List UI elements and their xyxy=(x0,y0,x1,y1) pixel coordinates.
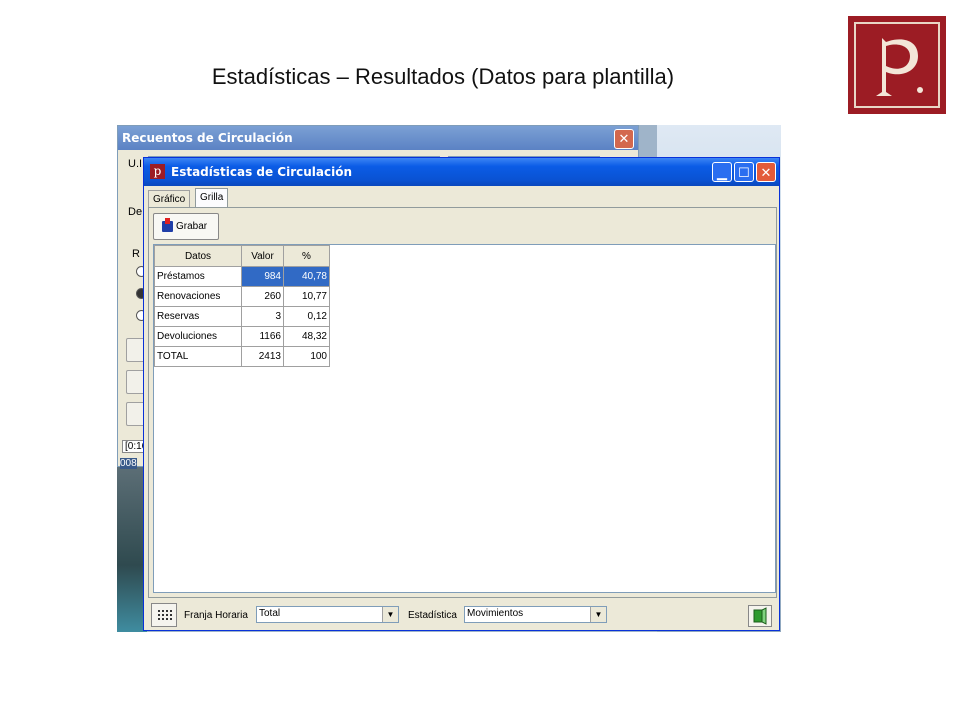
back-window-close-button[interactable]: ✕ xyxy=(614,129,634,149)
exit-door-icon xyxy=(753,607,767,625)
floppy-icon xyxy=(162,218,173,232)
franja-select[interactable]: Total ▼ xyxy=(256,606,399,623)
grid-header-row: Datos Valor % xyxy=(154,245,330,267)
cell-dato[interactable]: Devoluciones xyxy=(154,326,242,347)
cell-dato[interactable]: Reservas xyxy=(154,306,242,327)
save-button[interactable]: Grabar xyxy=(153,213,219,240)
app-icon: p xyxy=(150,164,165,179)
statusbar: Franja Horaria Total ▼ Estadística Movim… xyxy=(148,602,775,628)
cell-valor[interactable]: 3 xyxy=(241,306,284,327)
slide-title: Estadísticas – Resultados (Datos para pl… xyxy=(211,64,675,89)
cell-pct[interactable]: 10,77 xyxy=(283,286,330,307)
cell-valor[interactable]: 2413 xyxy=(241,346,284,367)
tab-grilla[interactable]: Grilla xyxy=(195,188,229,208)
close-button[interactable]: ✕ xyxy=(756,162,776,182)
chevron-down-icon[interactable]: ▼ xyxy=(382,607,398,622)
tab-page-grilla: Grabar Datos Valor % Préstamos 984 40,78… xyxy=(148,207,777,598)
logo xyxy=(848,16,946,114)
table-row[interactable]: TOTAL 2413 100 xyxy=(154,346,330,367)
estadistica-select[interactable]: Movimientos ▼ xyxy=(464,606,607,623)
estadistica-value: Movimientos xyxy=(467,608,524,619)
col-header-datos[interactable]: Datos xyxy=(154,245,242,267)
back-label-de: De xyxy=(128,206,143,218)
back-label-r: R xyxy=(132,248,140,260)
table-row[interactable]: Devoluciones 1166 48,32 xyxy=(154,326,330,347)
cell-valor[interactable]: 1166 xyxy=(241,326,284,347)
back-year-readout: 008 xyxy=(120,458,137,469)
franja-value: Total xyxy=(259,608,281,619)
save-button-label: Grabar xyxy=(176,221,208,232)
col-header-pct[interactable]: % xyxy=(283,245,330,267)
grid-view-button[interactable] xyxy=(151,603,177,627)
cell-valor[interactable]: 984 xyxy=(241,266,284,287)
franja-label: Franja Horaria xyxy=(184,610,248,621)
table-row[interactable]: Reservas 3 0,12 xyxy=(154,306,330,327)
back-label-ui: U.I xyxy=(128,158,143,170)
cell-pct[interactable]: 48,32 xyxy=(283,326,330,347)
data-grid[interactable]: Datos Valor % Préstamos 984 40,78 Renova… xyxy=(154,245,330,367)
window-titlebar[interactable]: p Estadísticas de Circulación ▁ ☐ ✕ xyxy=(144,158,779,186)
window-title: Estadísticas de Circulación xyxy=(171,165,353,179)
exit-button[interactable] xyxy=(748,605,772,627)
back-window-title: Recuentos de Circulación xyxy=(122,131,293,145)
table-row[interactable]: Préstamos 984 40,78 xyxy=(154,266,330,287)
stats-window[interactable]: p Estadísticas de Circulación ▁ ☐ ✕ Gráf… xyxy=(143,157,780,631)
minimize-button[interactable]: ▁ xyxy=(712,162,732,182)
tab-grafico[interactable]: Gráfico xyxy=(148,190,191,208)
chevron-down-icon[interactable]: ▼ xyxy=(590,607,606,622)
cell-pct[interactable]: 100 xyxy=(283,346,330,367)
logo-p-glyph xyxy=(876,38,923,96)
col-header-valor[interactable]: Valor xyxy=(241,245,284,267)
cell-pct[interactable]: 0,12 xyxy=(283,306,330,327)
cell-dato[interactable]: Renovaciones xyxy=(154,286,242,307)
table-row[interactable]: Renovaciones 260 10,77 xyxy=(154,286,330,307)
back-window-titlebar[interactable]: Recuentos de Circulación xyxy=(118,126,638,150)
cell-dato[interactable]: Préstamos xyxy=(154,266,242,287)
cell-dato[interactable]: TOTAL xyxy=(154,346,242,367)
cell-valor[interactable]: 260 xyxy=(241,286,284,307)
cell-pct[interactable]: 40,78 xyxy=(283,266,330,287)
maximize-button[interactable]: ☐ xyxy=(734,162,754,182)
estadistica-label: Estadística xyxy=(408,610,457,621)
data-grid-area[interactable]: Datos Valor % Préstamos 984 40,78 Renova… xyxy=(153,244,776,593)
